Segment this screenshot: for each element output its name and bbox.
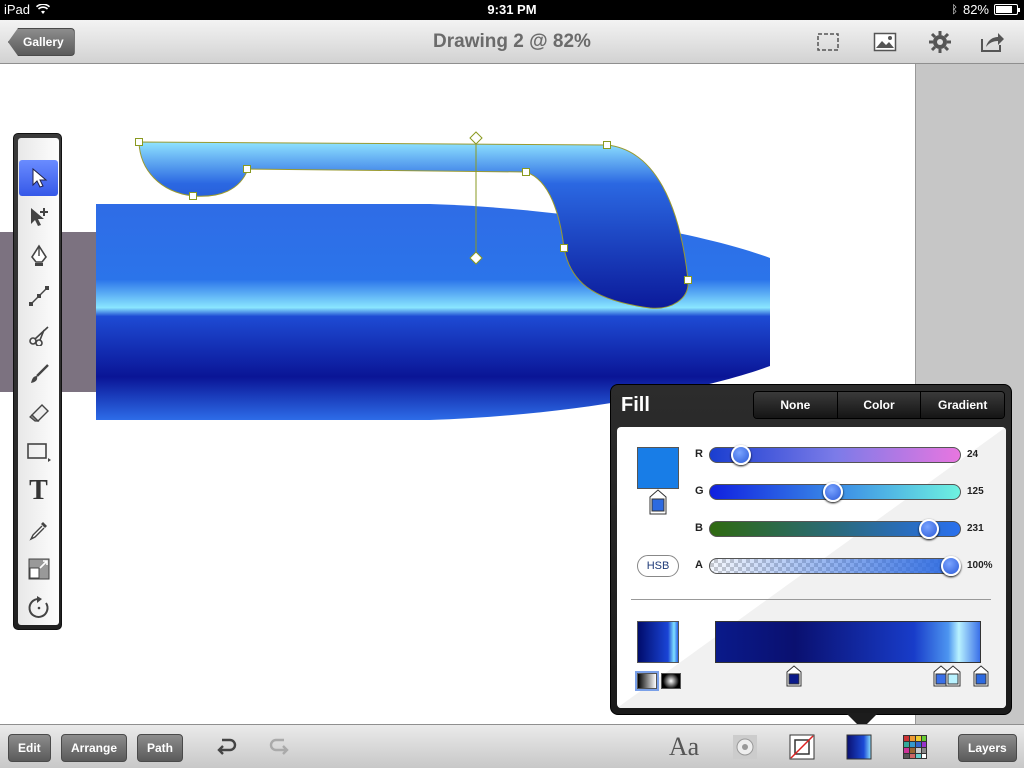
tab-gradient[interactable]: Gradient <box>920 392 1004 418</box>
fill-popover: Fill None Color Gradient HSB R 24 G 125 … <box>610 384 1012 715</box>
rotate-icon[interactable] <box>19 590 58 626</box>
text-style-icon[interactable]: Aa <box>664 732 704 761</box>
swatches-icon[interactable] <box>901 733 929 761</box>
tab-none[interactable]: None <box>754 392 837 418</box>
image-icon[interactable] <box>870 28 900 56</box>
panel-divider <box>631 599 991 600</box>
fill-type-segmented-control: None Color Gradient <box>753 391 1005 419</box>
battery-icon <box>994 4 1020 15</box>
alpha-slider-knob[interactable] <box>941 556 961 576</box>
hsb-toggle-button[interactable]: HSB <box>637 555 679 577</box>
green-slider-knob[interactable] <box>822 482 843 502</box>
status-time: 9:31 PM <box>487 2 537 17</box>
gradient-stop-3[interactable] <box>945 665 961 687</box>
gradient-preview-swatch[interactable] <box>637 621 679 663</box>
alpha-value: 100% <box>967 560 993 571</box>
shadow-icon[interactable] <box>731 733 759 761</box>
eraser-icon[interactable] <box>19 395 58 431</box>
alpha-label: A <box>695 559 703 571</box>
edit-button[interactable]: Edit <box>8 734 51 762</box>
battery-percent: 82% <box>962 2 989 17</box>
pen-icon[interactable] <box>19 238 58 274</box>
green-label: G <box>695 485 704 497</box>
select-arrow-icon[interactable] <box>19 160 58 196</box>
bottom-toolbar: Edit Arrange Path Aa Layers <box>0 724 1024 768</box>
gear-icon[interactable] <box>925 28 955 56</box>
stroke-icon[interactable] <box>788 733 816 761</box>
blue-value: 231 <box>967 523 984 534</box>
red-slider-knob[interactable] <box>730 445 751 465</box>
share-icon[interactable] <box>978 28 1008 56</box>
status-bar: iPad 9:31 PM ᛒ 82% <box>0 0 1024 20</box>
linear-gradient-icon[interactable] <box>637 673 657 689</box>
blue-label: B <box>695 522 703 534</box>
navigation-bar: Gallery Drawing 2 @ 82% <box>0 20 1024 64</box>
node-select-icon[interactable] <box>19 199 58 235</box>
red-label: R <box>695 448 703 460</box>
scissors-icon[interactable] <box>19 317 58 353</box>
bluetooth-icon: ᛒ <box>951 3 958 16</box>
red-value: 24 <box>967 449 979 460</box>
tab-color[interactable]: Color <box>836 392 921 418</box>
brush-icon[interactable] <box>19 356 58 392</box>
transform-icon[interactable] <box>19 551 58 587</box>
redo-icon[interactable] <box>266 733 294 761</box>
add-node-icon[interactable] <box>19 278 58 314</box>
rectangle-icon[interactable] <box>19 434 58 470</box>
arrange-button[interactable]: Arrange <box>61 734 128 762</box>
green-value: 125 <box>967 486 984 497</box>
current-color-swatch[interactable] <box>637 447 679 489</box>
path-button[interactable]: Path <box>137 734 184 762</box>
tool-palette: T <box>13 133 62 630</box>
gradient-stop-4[interactable] <box>973 665 989 687</box>
fullscreen-icon[interactable] <box>813 28 843 56</box>
color-well-stop-icon[interactable] <box>649 489 667 515</box>
gradient-stop-1[interactable] <box>786 665 802 687</box>
gradient-bar[interactable] <box>715 621 981 663</box>
text-icon[interactable]: T <box>19 473 58 509</box>
fill-title: Fill <box>621 394 650 416</box>
eyedropper-icon[interactable] <box>19 512 58 548</box>
alpha-slider[interactable] <box>709 558 961 574</box>
undo-icon[interactable] <box>212 733 240 761</box>
layers-button[interactable]: Layers <box>958 734 1017 762</box>
radial-gradient-icon[interactable] <box>661 673 681 689</box>
fill-icon[interactable] <box>845 733 873 761</box>
fill-panel: HSB R 24 G 125 B 231 A 100% <box>617 427 1006 708</box>
